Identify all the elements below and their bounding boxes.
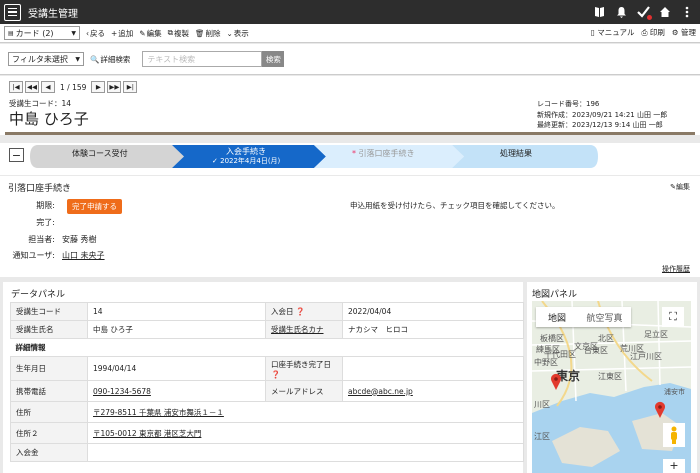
chevron-left-icon: ‹ [86, 28, 89, 38]
table-row: 受講生氏名 中島 ひろ子 受講生氏名カナ ナカシマ ヒロコ [10, 320, 524, 339]
process-title: 引落口座手続き [8, 184, 72, 194]
manual-link[interactable]: ▯ マニュアル [591, 27, 635, 38]
page-indicator: 1 / 159 [60, 82, 87, 92]
required-mark-icon: * [352, 149, 356, 158]
display-button[interactable]: ⌄ 表示 [226, 28, 248, 39]
table-row: 住所 〒279-8511 千葉県 浦安市舞浜１－１ [10, 401, 524, 423]
record-meta: レコード番号：196 新規作成：2023/09/21 14:21 山田 一郎 最… [537, 100, 668, 129]
edit-button[interactable]: ✎ 編集 [139, 28, 161, 39]
gear-icon: ⚙ [671, 28, 679, 37]
next-page-icon[interactable]: ▶ [91, 81, 106, 93]
data-table: 受講生コード 14 入会日 ❓ 2022/04/04 受講生氏名 中島 ひろ子 … [10, 302, 524, 462]
copy-icon: ⧉ [167, 28, 173, 37]
notify-user-link[interactable]: 山口 未央子 [62, 250, 105, 261]
view-select[interactable]: ▤ カード (2) ▼ [4, 26, 80, 40]
process-message: 申込用紙を受け付けたら、チェック項目を確認してください。 [350, 201, 560, 210]
datapanel-title: データパネル [11, 290, 66, 300]
table-row: 携帯電話 090-1234-5678 メールアドレス abcde@abc.ne.… [10, 380, 524, 402]
search-input[interactable]: テキスト検索 [142, 51, 263, 67]
help-icon[interactable]: ❓ [296, 307, 305, 316]
prev-10-icon[interactable]: ◀◀ [25, 81, 39, 93]
home-icon[interactable] [658, 4, 672, 20]
trash-icon: 🗑 [194, 28, 205, 38]
process-edit-button[interactable]: ✎編集 [670, 182, 690, 192]
chevron-down-icon: ▼ [71, 29, 76, 37]
tab-map[interactable]: 地図 [536, 307, 578, 327]
chevron-down-icon: ▼ [75, 55, 80, 63]
map-pin-icon[interactable] [654, 401, 666, 419]
map-view[interactable]: 地図 航空写真 ⛶ 板橋区 北区 足立区 練馬区 文京区 荒川区 中野区 千代田… [532, 301, 691, 473]
table-row: 入会金 [10, 443, 524, 462]
zoom-in-icon[interactable]: + [663, 459, 685, 473]
process-panel: 引落口座手続き ✎編集 期限: 完了申請する 申込用紙を受け付けたら、チェック項… [0, 176, 700, 277]
next-10-icon[interactable]: ▶▶ [107, 81, 122, 93]
street-view-icon[interactable] [663, 423, 685, 447]
hamburger-menu-icon[interactable] [4, 3, 21, 21]
plus-icon: + [111, 28, 118, 38]
title-bar: 受講生管理 [0, 0, 700, 24]
pencil-icon: ✎ [139, 28, 146, 38]
detail-search-button[interactable]: 🔍 詳細検索 [90, 54, 130, 65]
card-icon: ▤ [8, 29, 14, 37]
print-link[interactable]: ⎙ 印刷 [641, 27, 664, 38]
owner-value: 安藤 秀樹 [62, 235, 97, 244]
header-divider [5, 132, 695, 135]
toolbar: ▤ カード (2) ▼ ‹ 戻る + 追加 ✎ 編集 ⧉ 複製 🗑 削除 ⌄ 表示 ▯ マニ… [0, 24, 700, 43]
checkmark-icon: ✓ [212, 157, 218, 165]
table-row: 住所２ 〒105-0012 東京都 港区芝大門 [10, 422, 524, 444]
help-icon[interactable]: ❓ [271, 370, 280, 379]
search-icon: 🔍 [90, 54, 100, 64]
fullscreen-icon[interactable]: ⛶ [662, 307, 684, 327]
tab-satellite[interactable]: 航空写真 [578, 307, 631, 327]
app-title: 受講生管理 [28, 8, 78, 20]
history-link[interactable]: 操作履歴 [662, 264, 690, 274]
record-name: 中島 ひろ子 [9, 110, 89, 128]
pager: |◀ ◀◀ ◀ 1 / 159 ▶ ▶▶ ▶| [9, 81, 138, 93]
table-row: 受講生コード 14 入会日 ❓ 2022/04/04 [10, 302, 524, 321]
check-icon[interactable] [636, 4, 652, 20]
more-vertical-icon[interactable] [680, 4, 694, 20]
book-icon[interactable] [592, 4, 606, 20]
printer-icon: ⎙ [641, 28, 648, 37]
complete-request-button[interactable]: 完了申請する [67, 199, 122, 214]
record-header: |◀ ◀◀ ◀ 1 / 159 ▶ ▶▶ ▶| 受講生コード：14 中島 ひろ子… [0, 76, 700, 135]
data-panel: データパネル 受講生コード 14 入会日 ❓ 2022/04/04 受講生氏名 … [3, 282, 524, 473]
mappanel-title: 地図パネル [532, 290, 578, 300]
delete-button[interactable]: 🗑 削除 [195, 28, 221, 39]
filter-select[interactable]: フィルタ未選択 ▼ [8, 52, 84, 66]
add-button[interactable]: + 追加 [111, 28, 133, 39]
copy-button[interactable]: ⧉ 複製 [168, 28, 189, 39]
back-button[interactable]: ‹ 戻る [86, 28, 105, 39]
admin-link[interactable]: ⚙ 管理 [672, 27, 696, 38]
filter-bar: フィルタ未選択 ▼ 🔍 詳細検索 テキスト検索 検索 [0, 44, 700, 75]
prev-page-icon[interactable]: ◀ [41, 81, 55, 93]
table-row: 詳細情報 [15, 343, 46, 352]
search-button[interactable]: 検索 [262, 51, 285, 67]
table-row: 生年月日 1994/04/14 口座手続き完了日 ❓ [10, 356, 524, 381]
map-type-tabs: 地図 航空写真 [536, 307, 631, 327]
first-page-icon[interactable]: |◀ [9, 81, 23, 93]
bell-icon[interactable] [614, 4, 628, 20]
process-steps: − 体験コース受付 入会手続き ✓ 2022年4月4日(月) * 引落口座手続き… [0, 143, 700, 175]
chevron-down-icon: ⌄ [226, 28, 233, 38]
map-pin-icon[interactable] [550, 373, 562, 391]
book-icon: ▯ [590, 28, 595, 37]
last-page-icon[interactable]: ▶| [123, 81, 138, 93]
